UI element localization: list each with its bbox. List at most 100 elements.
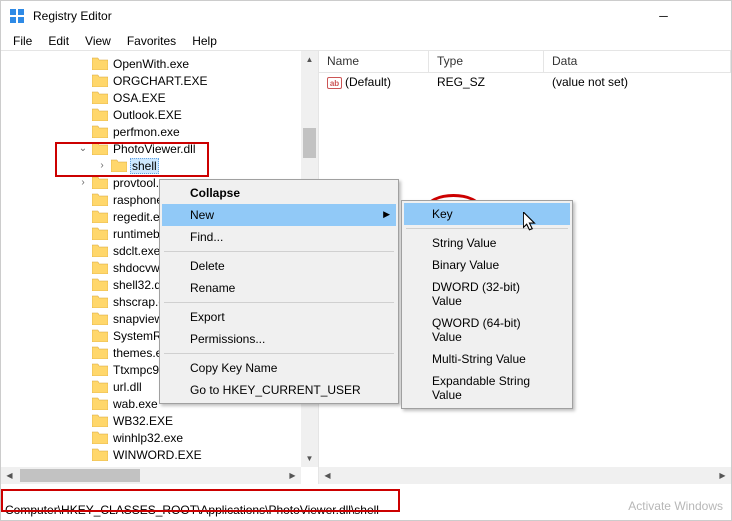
tree-item[interactable]: ⌄ PhotoViewer.dll [1, 140, 318, 157]
list-row[interactable]: ab(Default) REG_SZ (value not set) [319, 73, 731, 91]
scroll-down-icon[interactable]: ▼ [301, 450, 318, 467]
submenu-arrow-icon: ▶ [383, 209, 390, 220]
tree-item[interactable]: OpenWith.exe [1, 55, 318, 72]
folder-icon [92, 210, 108, 223]
menu-favorites[interactable]: Favorites [119, 32, 184, 50]
menu-file[interactable]: File [5, 32, 40, 50]
scroll-right-icon[interactable]: ▶ [714, 467, 731, 484]
scroll-right-icon[interactable]: ▶ [284, 467, 301, 484]
folder-icon [111, 159, 127, 172]
tree-item-label: perfmon.exe [111, 125, 182, 139]
tree-item-label: ORGCHART.EXE [111, 74, 209, 88]
folder-icon [92, 108, 108, 121]
col-name[interactable]: Name [319, 51, 429, 72]
expand-icon[interactable]: › [96, 160, 108, 171]
minimize-button[interactable]: ─ [641, 1, 686, 31]
tree-item-label: sdclt.exe [111, 244, 162, 258]
tree-item-label: WINWORD.EXE [111, 448, 204, 462]
scroll-up-icon[interactable]: ▲ [301, 51, 318, 68]
menu-item[interactable]: Binary Value [404, 254, 570, 276]
folder-icon [92, 329, 108, 342]
menu-item[interactable]: Export [162, 306, 396, 328]
menu-item[interactable]: New▶ [162, 204, 396, 226]
value-type: REG_SZ [429, 74, 544, 90]
folder-icon [92, 142, 108, 155]
folder-icon [92, 74, 108, 87]
window-title: Registry Editor [33, 9, 112, 23]
tree-item[interactable]: perfmon.exe [1, 123, 318, 140]
menu-item[interactable]: Rename [162, 277, 396, 299]
tree-item[interactable]: WINWORD.EXE [1, 446, 318, 463]
regedit-icon [9, 8, 25, 24]
folder-icon [92, 312, 108, 325]
menu-item[interactable]: Multi-String Value [404, 348, 570, 370]
tree-item[interactable]: › shell [1, 157, 318, 174]
tree-item-label: shdocvw. [111, 261, 164, 275]
tree-item-label: shell [130, 158, 159, 174]
list-horizontal-scrollbar[interactable]: ◀ ▶ [319, 467, 731, 484]
tree-item-label: Outlook.EXE [111, 108, 184, 122]
folder-icon [92, 261, 108, 274]
scroll-left-icon[interactable]: ◀ [319, 467, 336, 484]
menu-item[interactable]: DWORD (32-bit) Value [404, 276, 570, 312]
tree-item-label: WB32.EXE [111, 414, 175, 428]
col-type[interactable]: Type [429, 51, 544, 72]
menu-item[interactable]: Key [404, 203, 570, 225]
folder-icon [92, 91, 108, 104]
tree-item-label: wab.exe [111, 397, 160, 411]
scroll-thumb[interactable] [20, 469, 140, 482]
menu-bar: File Edit View Favorites Help [1, 31, 731, 51]
expand-icon[interactable]: › [77, 177, 89, 188]
tree-item-label: winhlp32.exe [111, 431, 185, 445]
menu-item[interactable]: String Value [404, 232, 570, 254]
title-bar: Registry Editor [1, 1, 731, 31]
tree-item[interactable]: Outlook.EXE [1, 106, 318, 123]
string-value-icon: ab [327, 77, 342, 89]
folder-icon [92, 57, 108, 70]
folder-icon [92, 278, 108, 291]
tree-item-label: OpenWith.exe [111, 57, 191, 71]
menu-item[interactable]: Find... [162, 226, 396, 248]
tree-item-label: runtimebr [111, 227, 166, 241]
status-bar: Computer\HKEY_CLASSES_ROOT\Applications\… [1, 500, 731, 520]
menu-view[interactable]: View [77, 32, 119, 50]
menu-item[interactable]: Copy Key Name [162, 357, 396, 379]
folder-icon [92, 380, 108, 393]
folder-icon [92, 295, 108, 308]
tree-item-label: PhotoViewer.dll [111, 142, 198, 156]
tree-item[interactable]: WB32.EXE [1, 412, 318, 429]
scroll-thumb[interactable] [303, 128, 316, 158]
status-path: Computer\HKEY_CLASSES_ROOT\Applications\… [5, 503, 379, 517]
scroll-left-icon[interactable]: ◀ [1, 467, 18, 484]
menu-item[interactable]: Delete [162, 255, 396, 277]
folder-icon [92, 397, 108, 410]
menu-item[interactable]: Expandable String Value [404, 370, 570, 406]
menu-item[interactable]: QWORD (64-bit) Value [404, 312, 570, 348]
value-data: (value not set) [544, 74, 731, 90]
context-menu[interactable]: CollapseNew▶Find... DeleteRename ExportPer… [159, 179, 399, 404]
folder-icon [92, 448, 108, 461]
menu-edit[interactable]: Edit [40, 32, 77, 50]
folder-icon [92, 227, 108, 240]
tree-item-label: url.dll [111, 380, 144, 394]
folder-icon [92, 176, 108, 189]
menu-item[interactable]: Collapse [162, 182, 396, 204]
folder-icon [92, 125, 108, 138]
folder-icon [92, 431, 108, 444]
menu-item[interactable]: Go to HKEY_CURRENT_USER [162, 379, 396, 401]
menu-help[interactable]: Help [184, 32, 225, 50]
tree-item[interactable]: ORGCHART.EXE [1, 72, 318, 89]
tree-horizontal-scrollbar[interactable]: ◀ ▶ [1, 467, 301, 484]
folder-icon [92, 193, 108, 206]
menu-item[interactable]: Permissions... [162, 328, 396, 350]
context-submenu-new[interactable]: Key String ValueBinary ValueDWORD (32-bit… [401, 200, 573, 409]
folder-icon [92, 244, 108, 257]
expand-icon[interactable]: ⌄ [77, 143, 89, 154]
folder-icon [92, 414, 108, 427]
value-name: (Default) [345, 75, 391, 89]
tree-item-label: OSA.EXE [111, 91, 168, 105]
col-data[interactable]: Data [544, 51, 731, 72]
tree-item[interactable]: winhlp32.exe [1, 429, 318, 446]
tree-item[interactable]: OSA.EXE [1, 89, 318, 106]
folder-icon [92, 346, 108, 359]
